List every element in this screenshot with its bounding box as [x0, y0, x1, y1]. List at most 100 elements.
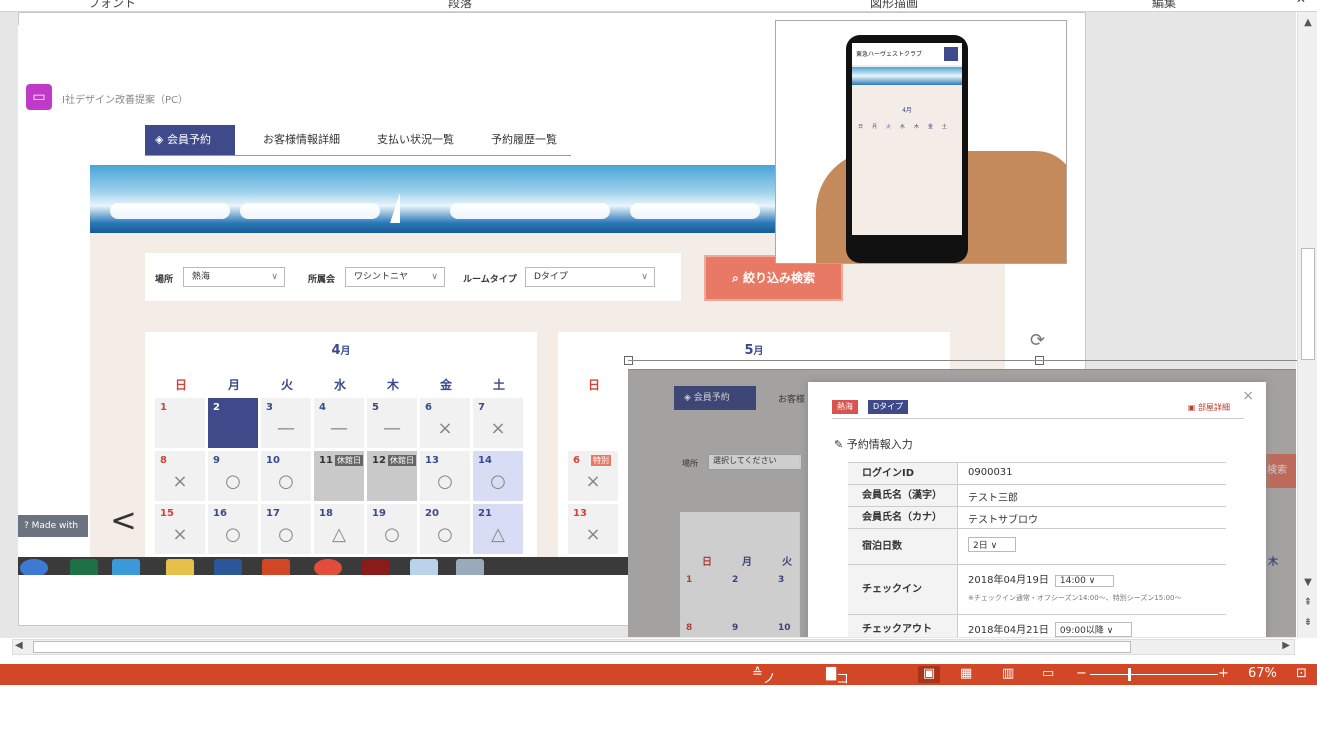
- calendar-day-cell[interactable]: 2: [208, 398, 258, 448]
- availability-mark: ○: [278, 524, 294, 545]
- app-icon[interactable]: [456, 559, 484, 575]
- calendar-day-cell[interactable]: 13 ×: [568, 504, 618, 554]
- availability-mark: △: [491, 524, 505, 545]
- modal-close-icon[interactable]: ×: [1242, 388, 1254, 404]
- slide-sorter-icon[interactable]: ▦: [960, 666, 972, 681]
- selection-border: [628, 360, 1297, 361]
- zoom-level[interactable]: 67%: [1248, 666, 1277, 681]
- availability-mark: ×: [585, 524, 601, 545]
- scroll-down-icon[interactable]: ▼: [1301, 576, 1315, 590]
- calendar-day-cell[interactable]: 21 △: [473, 504, 523, 554]
- calendar-day-cell[interactable]: 5—: [367, 398, 417, 448]
- nights-select[interactable]: 2日 ∨: [968, 537, 1017, 552]
- availability-mark: ○: [437, 524, 453, 545]
- excel-icon[interactable]: [70, 559, 98, 575]
- app-icon[interactable]: [410, 559, 438, 575]
- calendar-day-cell[interactable]: 13 ○: [420, 451, 470, 501]
- form-row: チェックアウト 2018年04月21日 09:00以降 ∨: [848, 614, 1226, 637]
- chevron-down-icon: ∨: [987, 541, 998, 551]
- day-number: 11: [319, 455, 333, 466]
- calendar-day-cell[interactable]: 16 ○: [208, 504, 258, 554]
- slideshow-icon[interactable]: ▭: [1042, 666, 1054, 681]
- acrobat-icon[interactable]: [362, 559, 390, 575]
- club-select[interactable]: ワシントニヤ ∨: [345, 267, 445, 287]
- calendar-day-cell[interactable]: 6 特別 ×: [568, 451, 618, 501]
- normal-view-icon[interactable]: ▣: [918, 666, 940, 683]
- day-number: 16: [213, 508, 227, 519]
- calendar-day-cell[interactable]: 14 ○: [473, 451, 523, 501]
- scroll-up-icon[interactable]: ▲: [1301, 16, 1315, 30]
- calendar-day-cell[interactable]: 17 ○: [261, 504, 311, 554]
- next-slide-icon[interactable]: ⇟: [1301, 616, 1315, 630]
- horizontal-scrollbar[interactable]: ◀ ▶: [12, 639, 1295, 655]
- ribbon-font-label: フォント: [88, 0, 137, 10]
- club-label: 所属会: [308, 275, 336, 285]
- taskbar: [18, 557, 698, 575]
- calendar-day-cell[interactable]: 6 ×: [420, 398, 470, 448]
- calendar-day-cell[interactable]: 10 ○: [261, 451, 311, 501]
- time-select[interactable]: 14:00 ∨: [1054, 575, 1115, 587]
- comments-button[interactable]: ▇ コメント: [826, 666, 849, 744]
- location-select[interactable]: 熱海 ∨: [183, 267, 285, 287]
- tab-payment-status[interactable]: 支払い状況一覧: [367, 125, 464, 155]
- chevron-down-icon: ∨: [1085, 576, 1096, 586]
- made-with-badge[interactable]: ? Made with: [18, 515, 88, 537]
- zoom-in-button[interactable]: +: [1218, 666, 1229, 681]
- room-type-label: ルームタイプ: [463, 275, 517, 285]
- calendar-day-cell[interactable]: 15 ×: [155, 504, 205, 554]
- chrome-icon[interactable]: [314, 559, 342, 575]
- form-row-value[interactable]: 2018年04月21日 09:00以降 ∨: [968, 621, 1133, 637]
- form-row-value[interactable]: 2日 ∨: [968, 533, 1017, 552]
- reservation-modal-image[interactable]: ◈ 会員予約 お客様 場所 選択してください 検索 日月火木 1 2 3 8 9 10 熱海…: [628, 369, 1296, 637]
- vertical-scrollbar[interactable]: ▲ ▼ ⇞ ⇟: [1297, 12, 1317, 638]
- calendar-day-cell[interactable]: 8 ×: [155, 451, 205, 501]
- calendar-day-cell[interactable]: 11 休館日: [314, 451, 364, 501]
- scroll-thumb[interactable]: [33, 641, 1131, 653]
- phone-mockup-image[interactable]: 東急ハーヴェストクラブ 4月 日月火水木金土: [775, 20, 1067, 264]
- time-select[interactable]: 09:00以降 ∨: [1054, 622, 1133, 637]
- scroll-left-icon[interactable]: ◀: [15, 640, 23, 651]
- calendar-day-cell[interactable]: 19 ○: [367, 504, 417, 554]
- day-number: 18: [319, 508, 333, 519]
- room-type-select[interactable]: Dタイプ ∨: [525, 267, 655, 287]
- word-icon[interactable]: [214, 559, 242, 575]
- weekday-label: 月: [227, 378, 240, 392]
- prev-slide-icon[interactable]: ⇞: [1301, 596, 1315, 610]
- notes-button[interactable]: ≙ ノート: [752, 666, 776, 725]
- phone-calendar: 日月火水木金土: [856, 123, 958, 233]
- calendar-day-cell[interactable]: 4—: [314, 398, 364, 448]
- start-icon[interactable]: [20, 559, 48, 575]
- availability-mark: ○: [225, 524, 241, 545]
- calendar-day-cell[interactable]: 7 ×: [473, 398, 523, 448]
- form-row-label: 会員氏名（漢字）: [848, 485, 958, 506]
- close-icon[interactable]: ✕: [1296, 0, 1306, 6]
- zoom-out-button[interactable]: −: [1076, 666, 1087, 681]
- scroll-right-icon[interactable]: ▶: [1282, 640, 1290, 651]
- tab-member-reservation[interactable]: ◈ 会員予約: [145, 125, 235, 155]
- calendar-day-cell[interactable]: 18 △: [314, 504, 364, 554]
- calendar-day-cell[interactable]: 1: [155, 398, 205, 448]
- day-number: 14: [478, 455, 492, 466]
- form-row-value: 0900031: [968, 467, 1013, 478]
- calendar-day-cell[interactable]: 3—: [261, 398, 311, 448]
- room-detail-link[interactable]: ▣ 部屋詳細: [1188, 402, 1230, 413]
- tab-reservation-history[interactable]: 予約履歴一覧: [481, 125, 567, 155]
- form-row-value[interactable]: 2018年04月19日 14:00 ∨ ※チェックイン通常・オフシーズン14:00〜…: [968, 571, 1182, 603]
- zoom-slider-thumb[interactable]: [1128, 668, 1131, 681]
- day-number: 6: [573, 455, 580, 466]
- reading-view-icon[interactable]: ▥: [1002, 666, 1014, 681]
- zoom-slider-track[interactable]: [1090, 674, 1218, 675]
- form-row-label: ログインID: [848, 463, 958, 484]
- fit-slide-icon[interactable]: ⊡: [1296, 666, 1307, 681]
- calendar-day-cell[interactable]: 20 ○: [420, 504, 470, 554]
- scroll-thumb[interactable]: [1301, 248, 1315, 360]
- form-row-label: チェックアウト: [848, 615, 958, 637]
- chevron-left-icon[interactable]: <: [110, 501, 137, 539]
- rotate-handle-icon[interactable]: ⟳: [1030, 330, 1045, 351]
- ie-icon[interactable]: [112, 559, 140, 575]
- calendar-day-cell[interactable]: 9 ○: [208, 451, 258, 501]
- powerpoint-icon[interactable]: [262, 559, 290, 575]
- tab-customer-detail[interactable]: お客様情報詳細: [253, 125, 350, 155]
- calendar-day-cell[interactable]: 12 休館日: [367, 451, 417, 501]
- folder-icon[interactable]: [166, 559, 194, 575]
